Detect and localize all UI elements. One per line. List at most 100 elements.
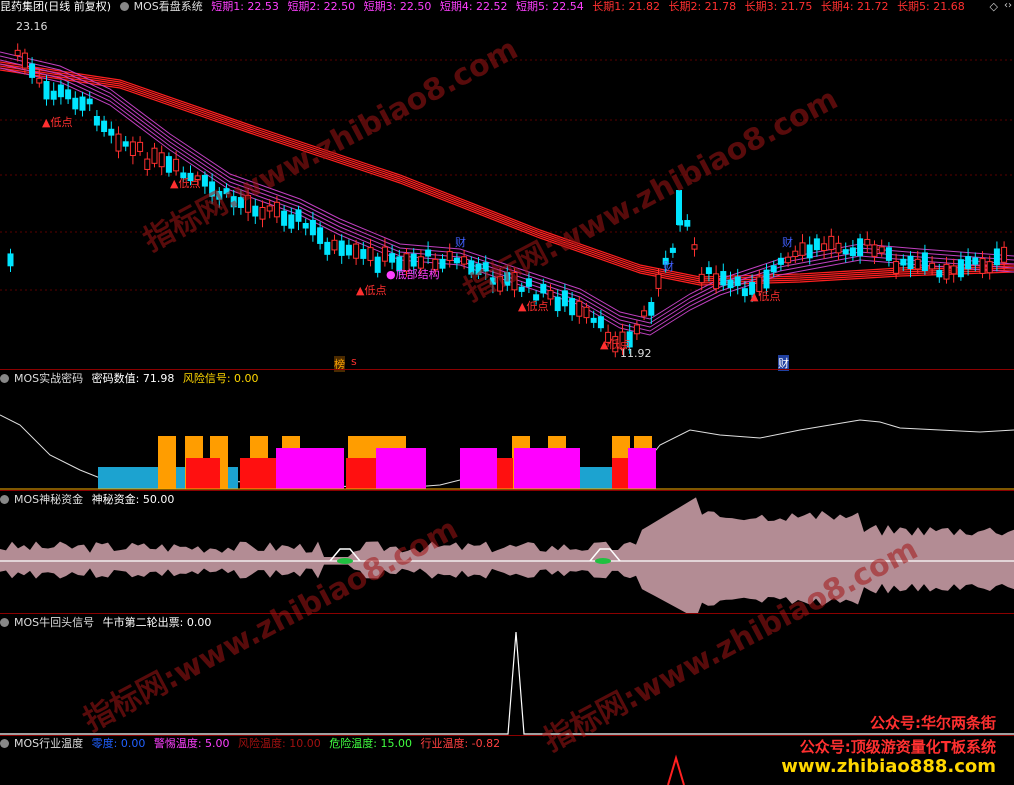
candle-body bbox=[144, 158, 151, 170]
candle-body bbox=[223, 188, 230, 195]
spike-candle bbox=[676, 190, 682, 225]
candle-body bbox=[993, 248, 1000, 266]
red-bar bbox=[497, 458, 513, 489]
candle-body bbox=[317, 227, 324, 244]
candle-body bbox=[972, 257, 979, 265]
price-chart[interactable] bbox=[0, 0, 1014, 370]
candle-body bbox=[583, 306, 590, 319]
candle-body bbox=[713, 273, 720, 290]
candle-body bbox=[122, 141, 129, 147]
candle-body bbox=[792, 250, 799, 258]
candle-body bbox=[489, 277, 496, 285]
s-marker: s bbox=[351, 355, 357, 368]
candle-body bbox=[497, 276, 504, 292]
candle-body bbox=[446, 251, 453, 261]
candle-body bbox=[252, 205, 259, 217]
promo-line-2: 公众号:顶级游资量化T板系统 bbox=[799, 738, 996, 756]
candle-body bbox=[173, 158, 180, 172]
candle-body bbox=[511, 272, 518, 291]
candle-body bbox=[57, 84, 64, 98]
candle-body bbox=[43, 81, 50, 100]
candle-body bbox=[720, 271, 727, 286]
candle-body bbox=[785, 256, 792, 264]
candle-body bbox=[540, 283, 547, 294]
candle-body bbox=[381, 246, 388, 262]
price-panel[interactable]: 昆药集团(日线 前复权) MOS看盘系统 短期1: 22.53 短期2: 22.… bbox=[0, 0, 1014, 372]
candle-body bbox=[345, 244, 352, 256]
candle-body bbox=[907, 255, 914, 270]
magenta-bar bbox=[514, 448, 580, 489]
candle-body bbox=[633, 324, 640, 335]
candle-body bbox=[569, 298, 576, 316]
candle-body bbox=[93, 115, 100, 126]
temp-spike bbox=[667, 754, 685, 785]
candle-body bbox=[7, 253, 14, 267]
candle-body bbox=[878, 246, 885, 254]
short-ma-line bbox=[0, 67, 1014, 336]
candle-body bbox=[641, 310, 648, 317]
bull-return-panel[interactable]: MOS牛回头信号 牛市第二轮出票: 0.00 bbox=[0, 614, 1014, 735]
fund-signal-dot bbox=[595, 558, 611, 564]
candle-body bbox=[554, 296, 561, 312]
candle-body bbox=[936, 269, 943, 278]
cai-marker-3: 财 bbox=[663, 260, 674, 273]
low-point-label-1: ▲低点 bbox=[42, 116, 73, 129]
candle-body bbox=[518, 286, 525, 292]
candle-body bbox=[828, 235, 835, 251]
candle-body bbox=[245, 195, 252, 213]
candle-body bbox=[331, 239, 338, 251]
candle-body bbox=[777, 257, 784, 265]
candle-body bbox=[547, 290, 554, 300]
candle-body bbox=[669, 247, 676, 253]
candle-body bbox=[237, 197, 244, 208]
magenta-bar bbox=[376, 448, 426, 489]
cai-marker-2: 财 bbox=[455, 236, 466, 249]
candle-body bbox=[72, 97, 79, 110]
candle-body bbox=[137, 141, 144, 152]
mystery-fund-chart[interactable] bbox=[0, 491, 1014, 613]
candle-body bbox=[338, 240, 345, 256]
candle-body bbox=[561, 290, 568, 307]
low-point-label-4: ▲低点 bbox=[518, 300, 549, 313]
candle-body bbox=[389, 253, 396, 263]
candle-body bbox=[864, 238, 871, 246]
candle-body bbox=[21, 52, 28, 69]
candle-body bbox=[821, 243, 828, 252]
candle-body bbox=[763, 269, 770, 289]
magenta-bar bbox=[460, 448, 497, 489]
bull-return-chart[interactable] bbox=[0, 614, 1014, 735]
candle-body bbox=[453, 257, 460, 264]
candle-body bbox=[857, 238, 864, 257]
candle-body bbox=[266, 205, 273, 212]
candle-body bbox=[813, 238, 820, 251]
candle-body bbox=[648, 301, 655, 316]
secret-code-chart[interactable] bbox=[0, 370, 1014, 490]
candle-body bbox=[115, 133, 122, 152]
cyan-bar bbox=[580, 467, 615, 489]
candle-body bbox=[842, 249, 849, 255]
candle-body bbox=[425, 249, 432, 257]
candle-body bbox=[849, 247, 856, 257]
candle-body bbox=[698, 273, 705, 284]
candle-body bbox=[324, 241, 331, 255]
candle-body bbox=[799, 242, 806, 256]
candle-body bbox=[165, 156, 172, 173]
candle-body bbox=[273, 201, 280, 218]
candle-body bbox=[525, 278, 532, 287]
bull-signal-line bbox=[0, 631, 1014, 735]
promo-line-3: www.zhibiao888.com bbox=[781, 756, 996, 777]
candle-body bbox=[914, 258, 921, 270]
mystery-fund-panel[interactable]: MOS神秘资金 神秘资金: 50.00 bbox=[0, 491, 1014, 613]
candle-body bbox=[475, 263, 482, 275]
candle-body bbox=[360, 249, 367, 259]
candle-body bbox=[302, 223, 309, 229]
low-point-label-6: ▲低点 bbox=[600, 338, 631, 351]
candle-body bbox=[684, 220, 691, 227]
candle-body bbox=[367, 247, 374, 261]
candle-body bbox=[50, 90, 57, 100]
candle-body bbox=[741, 288, 748, 297]
candle-body bbox=[461, 256, 468, 265]
candle-body bbox=[921, 252, 928, 272]
candle-body bbox=[101, 120, 108, 132]
secret-code-panel[interactable]: MOS实战密码 密码数值: 71.98 风险信号: 0.00 bbox=[0, 370, 1014, 490]
